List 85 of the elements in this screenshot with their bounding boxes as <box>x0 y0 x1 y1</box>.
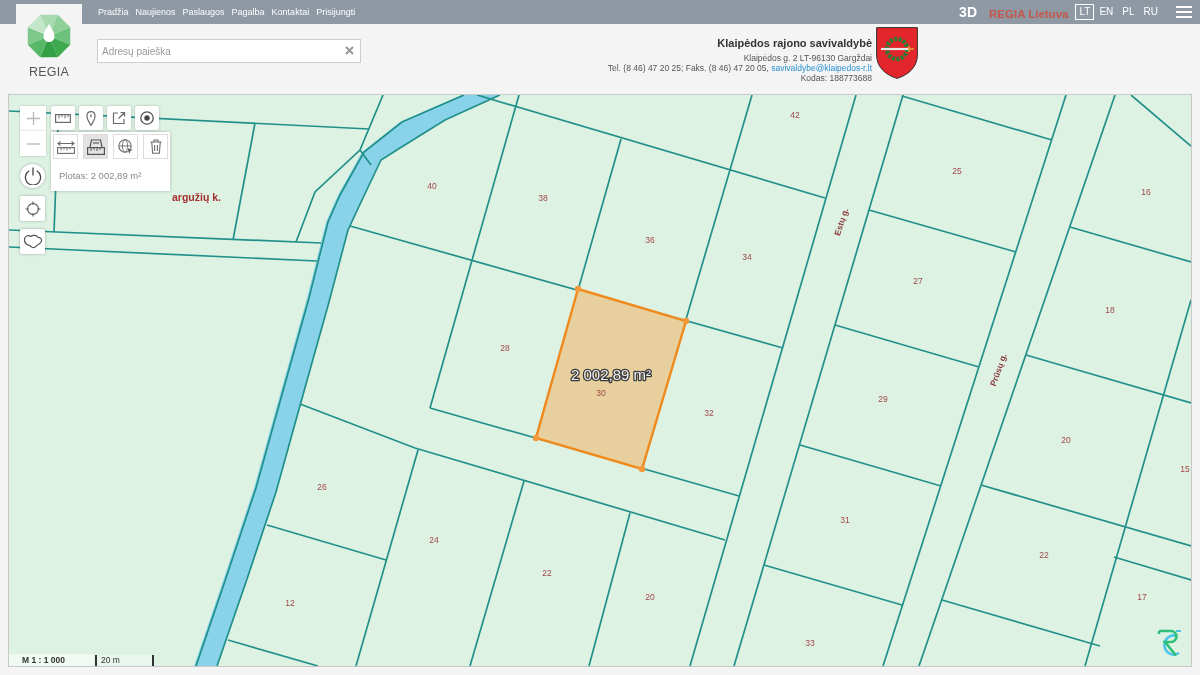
globe-cursor-icon <box>117 138 134 155</box>
address-text: Klaipėdos g. 2 LT-96130 Gargždai <box>743 53 872 63</box>
vertex-dot-icon[interactable] <box>682 317 690 325</box>
menu-button[interactable] <box>1176 6 1192 18</box>
parcel-number: 20 <box>1061 435 1071 445</box>
nav-link[interactable]: Prisijungti <box>316 7 356 17</box>
parcel-number: 31 <box>840 515 850 525</box>
target-tool-button[interactable] <box>135 106 159 130</box>
globe-select-button[interactable] <box>113 134 138 159</box>
parcel-number: 20 <box>645 592 655 602</box>
ruler-tool-button[interactable] <box>51 106 75 130</box>
email-link[interactable]: savivaldybe@klaipedos-r.lt <box>771 63 872 73</box>
map-outline-icon <box>22 234 43 249</box>
parcel-number: 32 <box>704 408 714 418</box>
parcel-number: 28 <box>500 343 510 353</box>
code-text: Kodas: 188773688 <box>800 73 872 83</box>
vertex-dot-icon[interactable] <box>638 465 646 473</box>
parcel-boundary <box>1130 95 1191 147</box>
nav-link[interactable]: Naujienos <box>135 7 176 17</box>
scale-ratio: M 1 : 1 000 <box>9 654 94 666</box>
close-icon[interactable] <box>345 46 354 55</box>
parcel-number: 40 <box>427 181 437 191</box>
ruler-icon <box>55 113 71 123</box>
export-icon <box>112 111 126 125</box>
map-pin-icon <box>86 110 96 126</box>
locate-button[interactable] <box>20 196 45 221</box>
parcel-number: 22 <box>542 568 552 578</box>
language-link[interactable]: EN <box>1095 4 1118 20</box>
shield-wreath-icon <box>876 27 918 79</box>
contact-text: Tel. (8 46) 47 20 25; Faks. (8 46) 47 20 05, savivaldybe@klaipedos-r.lt <box>607 63 872 73</box>
outline-button[interactable] <box>20 229 45 254</box>
measure-area-button[interactable] <box>83 134 108 159</box>
municipality-name: Klaipėdos rajono savivaldybė <box>717 36 872 50</box>
export-button[interactable] <box>107 106 131 130</box>
village-label: argužių k. <box>172 191 221 203</box>
3d-toggle[interactable]: 3D <box>959 4 977 20</box>
parcel-number: 36 <box>645 235 655 245</box>
parcel-number: 24 <box>429 535 439 545</box>
measurement-text: Plotas: 2 002,89 m² <box>59 170 142 181</box>
measure-distance-button[interactable] <box>53 134 78 159</box>
language-link[interactable]: RU <box>1139 4 1162 20</box>
parcel-number: 33 <box>805 638 815 648</box>
parcel-number: 22 <box>1039 550 1049 560</box>
parcel-number: 12 <box>285 598 295 608</box>
street-label: Estų g. <box>832 206 851 237</box>
trash-icon <box>149 139 162 154</box>
parcel-number: 34 <box>742 252 752 262</box>
octagon-logo-icon <box>26 13 72 59</box>
parcel-number: 25 <box>952 166 962 176</box>
scale-bar: 20 m <box>95 655 154 666</box>
selected-parcel[interactable] <box>534 287 688 471</box>
parcel-number: 16 <box>1141 187 1151 197</box>
plus-icon <box>26 112 40 125</box>
parcel-number: 27 <box>913 276 923 286</box>
delete-button[interactable] <box>143 134 168 159</box>
brand-link[interactable]: REGIA Lietuva <box>989 7 1069 20</box>
parcel-number: 26 <box>317 482 327 492</box>
parcel-number: 38 <box>538 193 548 203</box>
nav-link[interactable]: Pradžia <box>98 7 129 17</box>
parcel-number: 42 <box>790 110 800 120</box>
pin-tool-button[interactable] <box>79 106 103 130</box>
ruler-polygon-icon <box>86 138 105 155</box>
parcel-number: 18 <box>1105 305 1115 315</box>
power-icon <box>23 167 42 185</box>
crosshair-icon <box>24 200 41 217</box>
nav-link[interactable]: Pagalba <box>231 7 265 17</box>
ruler-arrow-icon <box>56 139 75 154</box>
parcel-number: 29 <box>878 394 888 404</box>
area-label: 2 002,89 m² <box>571 366 651 383</box>
menu-icon <box>1176 6 1192 18</box>
parcel-number: 30 <box>596 388 606 398</box>
language-link[interactable]: PL <box>1118 4 1139 20</box>
parcel-number: 15 <box>1180 464 1190 474</box>
parcel-number: 17 <box>1137 592 1147 602</box>
language-link[interactable]: LT <box>1075 4 1095 20</box>
logo-text: REGIA <box>29 65 69 79</box>
search-field[interactable]: Adresų paieška <box>97 39 361 63</box>
nav-link[interactable]: Kontaktai <box>271 7 310 17</box>
power-button[interactable] <box>20 164 45 188</box>
monogram-logo-icon <box>1157 629 1182 657</box>
target-icon <box>140 111 154 125</box>
minus-icon <box>26 142 40 145</box>
nav-link[interactable]: Paslaugos <box>182 7 225 17</box>
vertex-dot-icon[interactable] <box>532 434 540 442</box>
vertex-dot-icon[interactable] <box>574 285 582 293</box>
